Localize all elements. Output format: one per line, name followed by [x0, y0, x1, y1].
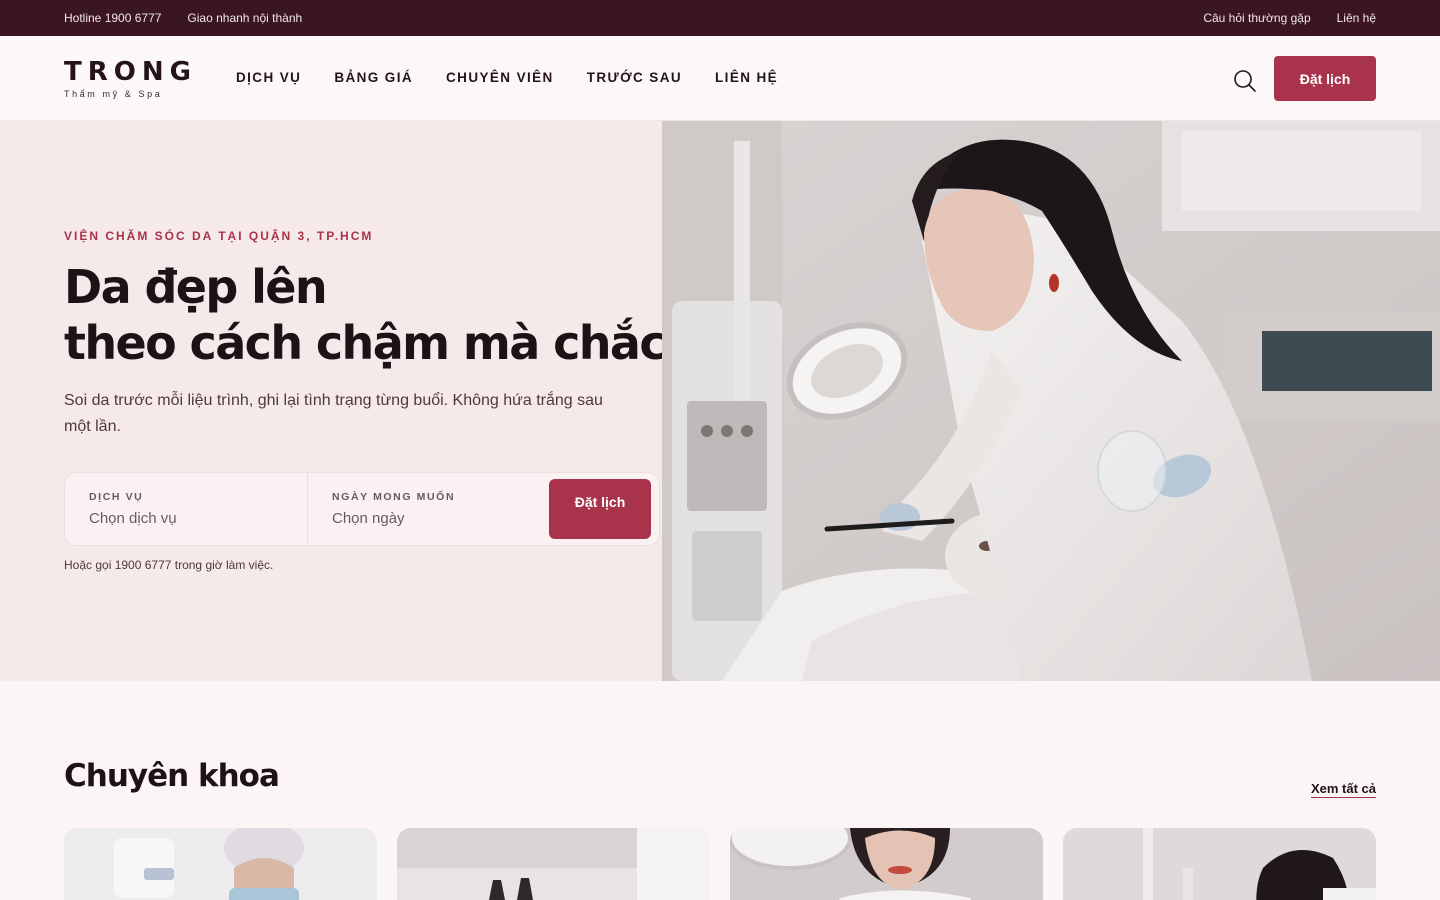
- date-picker-value[interactable]: Chọn ngày: [332, 510, 405, 527]
- hero-section: VIỆN CHĂM SÓC DA TẠI QUẬN 3, TP.HCM Da đ…: [0, 121, 667, 681]
- booking-form: DỊCH VỤ Chọn dịch vụ NGÀY MONG MUỐN Chọn…: [64, 472, 660, 546]
- specialties-title: Chuyên khoa: [64, 758, 280, 794]
- hero-eyebrow: VIỆN CHĂM SÓC DA TẠI QUẬN 3, TP.HCM: [64, 229, 374, 243]
- view-all-link[interactable]: Xem tất cả: [1310, 781, 1376, 798]
- nav-item-services[interactable]: DỊCH VỤ: [236, 70, 301, 85]
- booking-submit-button[interactable]: Đặt lịch: [549, 479, 651, 539]
- specialty-card-image: [397, 828, 710, 900]
- search-icon: [1234, 70, 1256, 92]
- logo-tagline: Thẩm mỹ & Spa: [64, 89, 163, 99]
- top-bar: Hotline 1900 6777 Giao nhanh nội thành C…: [0, 0, 1440, 36]
- specialty-cards: [64, 828, 1376, 900]
- main-nav: DỊCH VỤ BẢNG GIÁ CHUYÊN VIÊN TRƯỚC SAU L…: [236, 70, 778, 85]
- specialty-card[interactable]: [1063, 828, 1376, 900]
- nav-item-specialists[interactable]: CHUYÊN VIÊN: [446, 70, 554, 85]
- hero-image: [662, 121, 1440, 681]
- specialty-card[interactable]: [64, 828, 377, 900]
- date-picker[interactable]: NGÀY MONG MUỐN Chọn ngày: [308, 473, 548, 545]
- specialty-card-image: [64, 828, 377, 900]
- service-select-value[interactable]: Chọn dịch vụ: [89, 510, 177, 527]
- nav-item-before-after[interactable]: TRƯỚC SAU: [587, 70, 682, 85]
- faq-link[interactable]: Câu hỏi thường gặp: [1203, 11, 1310, 25]
- nav-item-contact[interactable]: LIÊN HỆ: [715, 70, 778, 85]
- hero-photo-illustration: [662, 121, 1440, 681]
- top-bar-left: Hotline 1900 6777 Giao nhanh nội thành: [64, 11, 302, 25]
- nav-item-pricing[interactable]: BẢNG GIÁ: [334, 70, 413, 85]
- hero-headline: Da đẹp lên theo cách chậm mà chắc: [64, 259, 667, 371]
- logo[interactable]: TRONG Thẩm mỹ & Spa: [64, 58, 194, 99]
- service-select-label: DỊCH VỤ: [89, 491, 144, 503]
- specialty-card-image: [730, 828, 1043, 900]
- date-picker-label: NGÀY MONG MUỐN: [332, 491, 456, 503]
- specialty-card[interactable]: [730, 828, 1043, 900]
- service-select[interactable]: DỊCH VỤ Chọn dịch vụ: [65, 473, 308, 545]
- header-book-button[interactable]: Đặt lịch: [1274, 56, 1376, 101]
- logo-wordmark: TRONG: [64, 57, 197, 87]
- hotline-text[interactable]: Hotline 1900 6777: [64, 11, 161, 25]
- specialty-card[interactable]: [397, 828, 710, 900]
- hero-headline-line-2: theo cách chậm mà chắc: [64, 316, 667, 370]
- hero-lead: Soi da trước mỗi liệu trình, ghi lại tìn…: [64, 392, 603, 435]
- search-button[interactable]: [1232, 68, 1258, 94]
- hero-call-note: Hoặc gọi 1900 6777 trong giờ làm việc.: [64, 558, 274, 572]
- delivery-text: Giao nhanh nội thành: [187, 11, 303, 25]
- hero-headline-line-1: Da đẹp lên: [64, 260, 328, 314]
- site-header: TRONG Thẩm mỹ & Spa DỊCH VỤ BẢNG GIÁ CHU…: [0, 36, 1440, 121]
- top-bar-right: Câu hỏi thường gặp Liên hệ: [1203, 11, 1376, 25]
- specialty-card-image: [1063, 828, 1376, 900]
- contact-link[interactable]: Liên hệ: [1337, 11, 1376, 25]
